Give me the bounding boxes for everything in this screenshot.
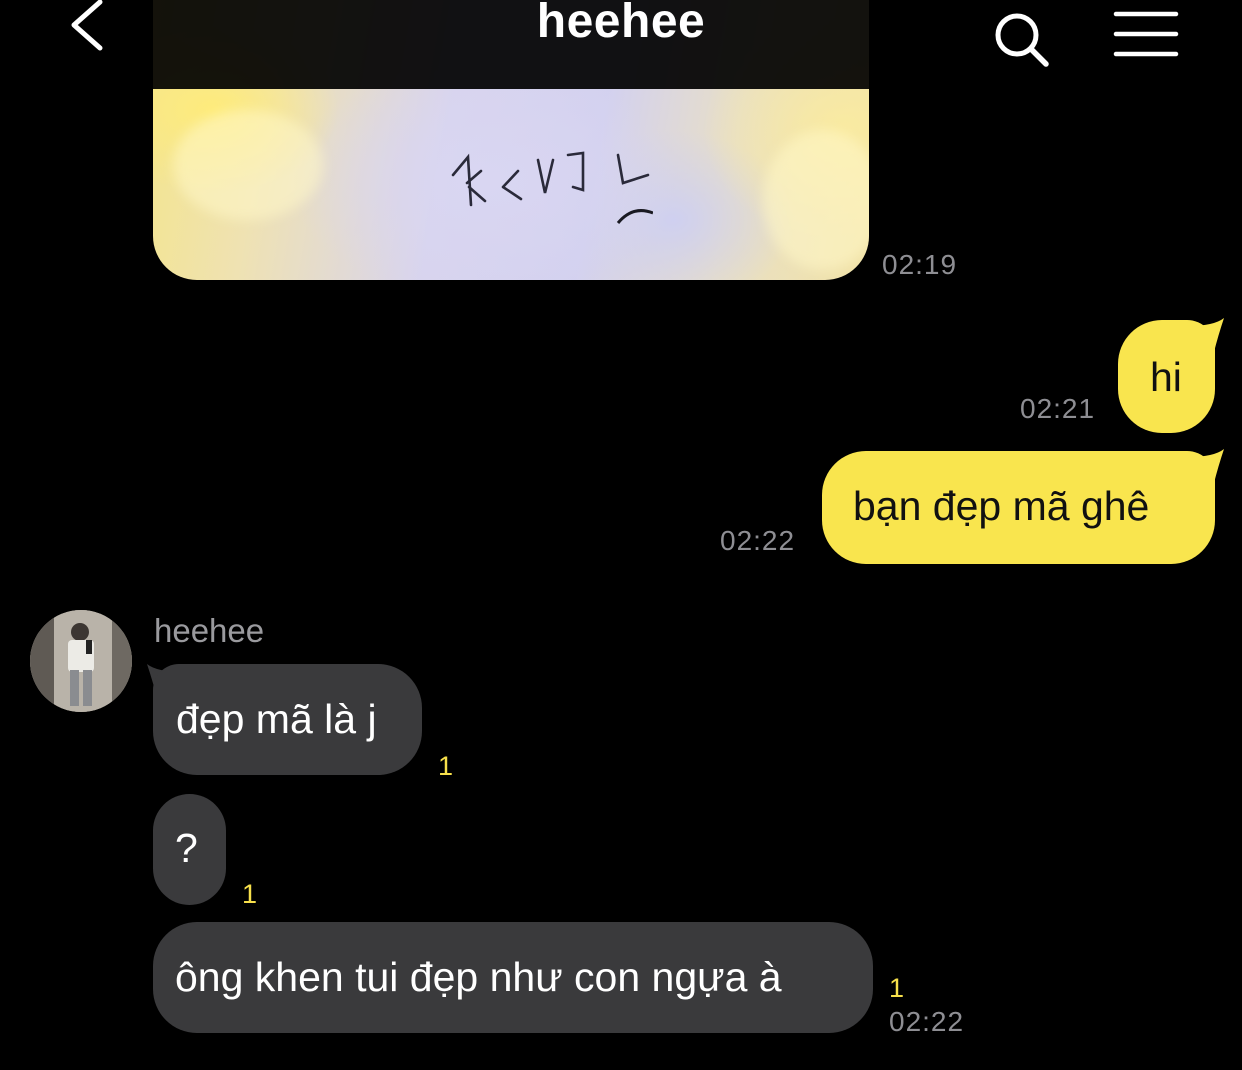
message-timestamp: 02:22 (889, 1006, 965, 1037)
photo-highlight (763, 130, 869, 270)
message-timestamp: 02:21 (1020, 393, 1096, 424)
chat-header: heehee (0, 0, 1242, 89)
outgoing-message[interactable]: bạn đẹp mã ghê (822, 451, 1215, 564)
message-text: ông khen tui đẹp như con ngựa à (175, 954, 782, 1000)
bubble-tail (1188, 449, 1224, 483)
back-button[interactable] (62, 0, 118, 56)
chevron-left-icon (71, 0, 103, 51)
message-text: bạn đẹp mã ghê (853, 483, 1150, 529)
incoming-message[interactable]: ông khen tui đẹp như con ngựa à (153, 922, 873, 1033)
hamburger-menu-icon (1113, 11, 1179, 57)
unread-count: 1 (889, 973, 905, 1003)
message-text: hi (1150, 354, 1182, 400)
menu-button[interactable] (1112, 10, 1180, 60)
unread-count: 1 (438, 751, 454, 781)
photo-shirt-print (451, 151, 653, 224)
incoming-message[interactable]: đẹp mã là j (153, 664, 422, 775)
photo-timestamp: 02:19 (882, 249, 958, 280)
bubble-tail (1188, 318, 1224, 352)
message-text: đẹp mã là j (176, 696, 377, 742)
search-icon (995, 13, 1049, 67)
message-text: ? (175, 825, 198, 871)
header-shade (153, 0, 869, 89)
sender-name: heehee (154, 612, 265, 649)
sender-avatar[interactable] (30, 610, 132, 712)
avatar-photo (30, 610, 132, 712)
message-timestamp: 02:22 (720, 525, 796, 556)
search-button[interactable] (990, 8, 1052, 70)
incoming-message[interactable]: ? (153, 794, 226, 905)
unread-count: 1 (242, 879, 258, 909)
photo-highlight (173, 110, 323, 220)
